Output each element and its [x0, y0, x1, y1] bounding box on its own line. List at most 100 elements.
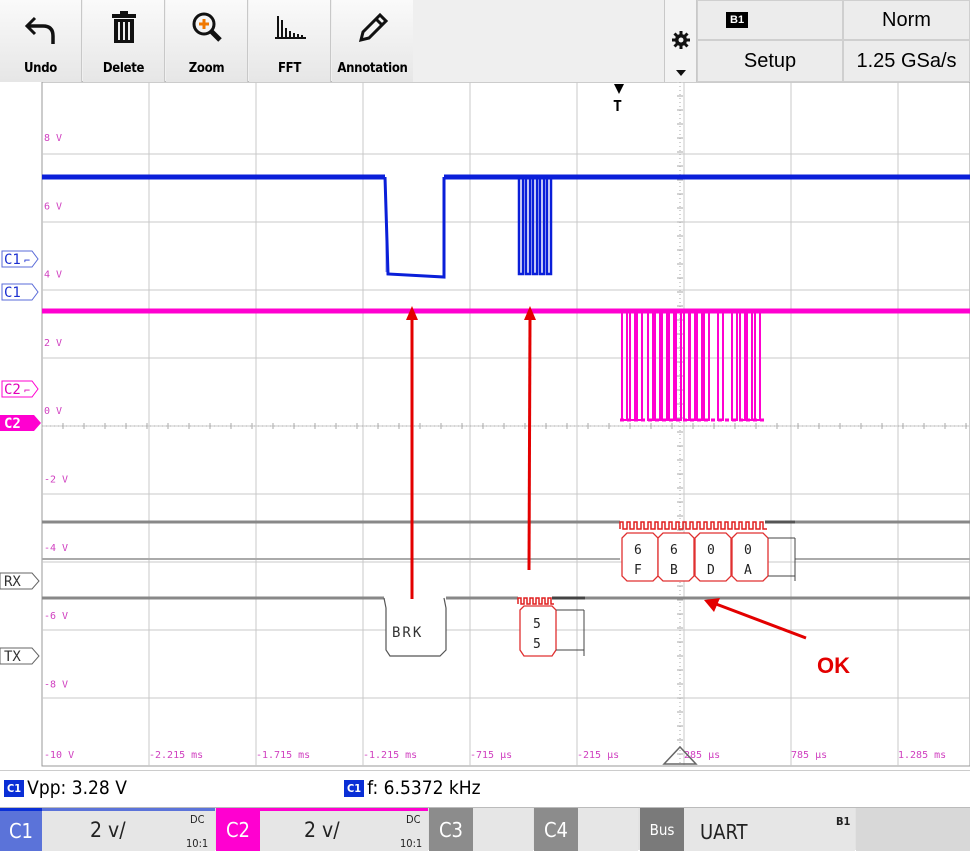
tx-byte-0-low: 5 — [533, 637, 541, 652]
rx-byte-2[interactable]: 0 D — [694, 532, 732, 582]
bus-tab[interactable]: Bus UART B1 — [640, 808, 855, 851]
time-label: -2.215 ms — [149, 750, 203, 761]
tx-break-label: BRK — [392, 625, 423, 641]
c2-probe: 10:1 — [400, 837, 423, 850]
channel-1-waveform — [42, 174, 970, 279]
vpp-measurement[interactable]: C1 Vpp: 3.28 V — [4, 777, 127, 799]
fft-icon — [275, 16, 306, 39]
fft-button[interactable]: FFT — [249, 0, 331, 82]
channel-1-burst — [517, 177, 553, 276]
setup-button[interactable]: Setup — [697, 40, 843, 82]
measurement-bar: C1 Vpp: 3.28 V C1 f: 6.5372 kHz — [0, 770, 970, 806]
bus-protocol: UART — [700, 820, 748, 844]
rx-byte-2-low: D — [707, 563, 715, 578]
trigger-marker-label: T — [613, 97, 622, 115]
bus-badge: B1 — [726, 12, 749, 28]
rx-decode-trace — [42, 520, 970, 560]
dropdown-arrow-icon — [676, 70, 686, 76]
voltage-scale: 8 V 6 V 4 V 2 V 0 V -2 V -4 V -6 V -8 V -10 V — [44, 133, 74, 761]
time-label: -1.215 ms — [363, 750, 417, 761]
bus-badge-label: B1 — [836, 815, 851, 828]
tx-label: TX — [4, 649, 21, 665]
setup-label: Setup — [743, 49, 797, 72]
time-label: 1.285 ms — [898, 750, 946, 761]
trigger-position-marker[interactable]: T — [613, 84, 624, 115]
zoom-button[interactable]: Zoom — [166, 0, 248, 82]
channel-2-trigger-marker[interactable]: C2 ⌐ — [1, 380, 39, 398]
channel-1-tab[interactable]: C1 2 v/ DC 10:1 — [0, 808, 215, 851]
trash-icon — [112, 11, 136, 43]
vpp-value: Vpp: 3.28 V — [27, 777, 127, 799]
freq-channel-badge: C1 — [344, 779, 365, 797]
c1-offset-label: C1 — [4, 285, 21, 301]
voltage-label: -6 V — [44, 611, 68, 622]
c4-tag: C4 — [534, 808, 578, 851]
annotation-ok-label[interactable]: OK — [817, 653, 850, 678]
rx-bus-marker[interactable]: RX — [0, 572, 40, 590]
voltage-label: 2 V — [44, 338, 62, 349]
tx-bus-marker[interactable]: TX — [0, 647, 40, 665]
c1-probe: 10:1 — [186, 837, 209, 850]
trigger-panel: B1 Norm Setup 1.25 GSa/s — [697, 0, 970, 82]
channel-3-tab[interactable]: C3 — [429, 808, 533, 851]
time-label: 285 µs — [684, 750, 720, 761]
c2-offset-label: C2 — [4, 416, 21, 432]
channel-1-trigger-marker[interactable]: C1 ⌐ — [1, 250, 39, 268]
freq-value: f: 6.5372 kHz — [367, 777, 481, 799]
voltage-label: -8 V — [44, 679, 68, 690]
tx-byte-0[interactable]: 5 5 — [519, 605, 557, 657]
rx-byte-1[interactable]: 6 B — [657, 532, 695, 582]
undo-label: Undo — [23, 61, 58, 76]
toolbar: Undo Delete Zoom FFT Annotation B1 Norm … — [0, 0, 970, 82]
time-label: -715 µs — [470, 750, 512, 761]
time-label: -215 µs — [577, 750, 619, 761]
c2-coupling: DC — [406, 813, 421, 826]
sample-rate-cell[interactable]: 1.25 GSa/s — [843, 40, 970, 82]
zoom-icon — [192, 12, 222, 42]
zoom-label: Zoom — [188, 61, 225, 76]
rx-byte-1-low: B — [670, 563, 678, 578]
rx-byte-3[interactable]: 0 A — [731, 532, 769, 582]
rx-byte-0-low: F — [634, 563, 642, 578]
vpp-channel-badge: C1 — [4, 779, 25, 797]
time-scale: -2.215 ms -1.715 ms -1.215 ms -715 µs -215 µ… — [149, 750, 946, 761]
gear-icon — [672, 31, 690, 49]
voltage-label: 0 V — [44, 406, 62, 417]
rx-byte-2-high: 0 — [707, 543, 715, 558]
pencil-icon — [358, 12, 389, 43]
bus-tag: Bus — [640, 808, 684, 851]
c1-tag: C1 — [0, 808, 42, 851]
frequency-measurement[interactable]: C1 f: 6.5372 kHz — [344, 777, 481, 799]
fft-label: FFT — [277, 61, 302, 76]
tx-idle-bracket — [556, 609, 585, 656]
c1-coupling: DC — [190, 813, 205, 826]
annotation-label: Annotation — [337, 61, 408, 76]
waveform-canvas[interactable]: T 8 V 6 V 4 V 2 V 0 V -2 V -4 V -6 V -8 V -10 V -… — [0, 81, 970, 768]
voltage-label: 6 V — [44, 201, 62, 212]
undo-button[interactable]: Undo — [0, 0, 82, 82]
channel-2-offset-marker[interactable]: C2 — [0, 415, 41, 432]
rx-byte-1-high: 6 — [670, 543, 678, 558]
c2-tag: C2 — [216, 808, 260, 851]
sample-rate: 1.25 GSa/s — [856, 49, 957, 72]
c3-tag: C3 — [429, 808, 473, 851]
tx-decode-trace — [42, 596, 970, 605]
channel-1-offset-marker[interactable]: C1 — [1, 283, 39, 301]
channel-4-tab[interactable]: C4 — [534, 808, 638, 851]
channel-2-waveform — [42, 308, 970, 422]
trigger-mode-cell[interactable]: Norm — [843, 0, 970, 40]
bus-source-cell[interactable]: B1 — [697, 0, 843, 40]
voltage-label: 8 V — [44, 133, 62, 144]
channel-bar: C1 2 v/ DC 10:1 C2 2 v/ DC 10:1 C3 C4 Bu… — [0, 807, 970, 851]
delete-button[interactable]: Delete — [83, 0, 165, 82]
settings-menu-button[interactable] — [665, 0, 697, 82]
rx-byte-0[interactable]: 6 F — [621, 532, 659, 582]
delete-label: Delete — [102, 61, 145, 76]
time-label: -1.715 ms — [256, 750, 310, 761]
annotation-button[interactable]: Annotation — [332, 0, 414, 82]
channel-2-tab[interactable]: C2 2 v/ DC 10:1 — [216, 808, 428, 851]
channel-2-burst — [620, 311, 765, 422]
empty-tab — [856, 808, 970, 851]
tx-break-frame[interactable]: BRK — [383, 597, 447, 657]
waveform-display[interactable]: T 8 V 6 V 4 V 2 V 0 V -2 V -4 V -6 V -8 V -10 V -… — [0, 81, 970, 768]
